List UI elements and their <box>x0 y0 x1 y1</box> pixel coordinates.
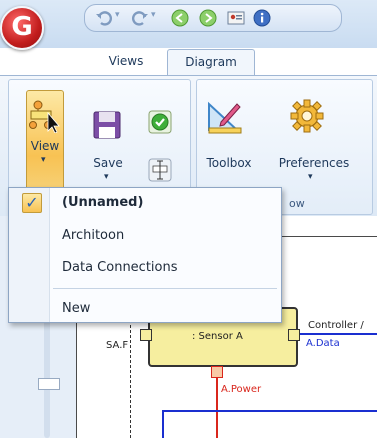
checkmark-icon: ✓ <box>22 193 42 213</box>
app-logo-letter: G <box>11 12 33 42</box>
view-button-label: View <box>30 139 60 153</box>
info-icon[interactable] <box>253 9 271 27</box>
menu-separator <box>53 288 277 289</box>
redo-dropdown-icon[interactable]: ▾ <box>151 10 156 20</box>
toolbox-button-label[interactable]: Toolbox <box>201 156 257 170</box>
redo-icon[interactable] <box>131 9 149 27</box>
forward-icon[interactable] <box>199 9 217 27</box>
blue-bus-line[interactable] <box>162 410 377 412</box>
menu-item-unnamed[interactable]: ✓ (Unnamed) <box>9 190 281 216</box>
validate-check-icon[interactable] <box>148 110 172 134</box>
view-diagram-icon <box>29 100 60 133</box>
toolbox-icon[interactable] <box>207 100 243 134</box>
ribbon-group-title: ow <box>289 197 305 210</box>
menu-item-new[interactable]: New <box>9 296 281 322</box>
tab-diagram[interactable]: Diagram <box>167 49 255 76</box>
quick-access-toolbar: ▾ ▾ <box>84 4 342 32</box>
data-connection-line[interactable] <box>300 333 377 335</box>
menu-item-label: Architoon <box>62 228 125 243</box>
sensor-a-label: : Sensor A <box>192 331 243 342</box>
undo-icon[interactable] <box>95 9 113 27</box>
sensor-left-port[interactable] <box>140 329 152 341</box>
contact-card-icon[interactable] <box>227 9 245 27</box>
menu-item-label: (Unnamed) <box>62 195 144 210</box>
boundary-dashed-line <box>130 320 132 438</box>
blue-bus-vertical <box>162 410 164 438</box>
ruler-handle[interactable] <box>38 378 60 390</box>
controller-label: Controller / <box>308 320 364 331</box>
tab-views[interactable]: Views <box>94 49 158 74</box>
power-port[interactable] <box>211 366 223 378</box>
title-bar: G ▾ ▾ <box>0 0 377 50</box>
power-port-label: A.Power <box>221 384 262 395</box>
view-dropdown-arrow-icon: ▾ <box>41 155 46 165</box>
save-button-label[interactable]: Save <box>86 156 130 170</box>
save-dropdown-arrow-icon[interactable]: ▾ <box>104 172 109 182</box>
back-icon[interactable] <box>171 9 189 27</box>
menu-item-architoon[interactable]: Architoon <box>9 223 281 249</box>
data-port[interactable] <box>288 329 300 341</box>
left-port-label: SA.F <box>106 340 129 351</box>
view-dropdown-menu: ✓ (Unnamed) Architoon Data Connections N… <box>8 187 282 323</box>
undo-dropdown-icon[interactable]: ▾ <box>115 10 120 20</box>
power-connection-line[interactable] <box>216 378 218 438</box>
data-port-label: A.Data <box>306 338 340 349</box>
application-menu-button[interactable]: G <box>0 6 44 50</box>
menu-item-label: New <box>62 301 91 316</box>
menu-item-label: Data Connections <box>62 260 178 275</box>
menu-item-data-connections[interactable]: Data Connections <box>9 255 281 281</box>
preferences-dropdown-arrow-icon[interactable]: ▾ <box>308 172 313 182</box>
preferences-button-label[interactable]: Preferences <box>271 156 357 170</box>
save-icon[interactable] <box>92 110 122 140</box>
preferences-gear-icon[interactable] <box>289 98 325 134</box>
text-format-icon[interactable] <box>148 158 172 182</box>
